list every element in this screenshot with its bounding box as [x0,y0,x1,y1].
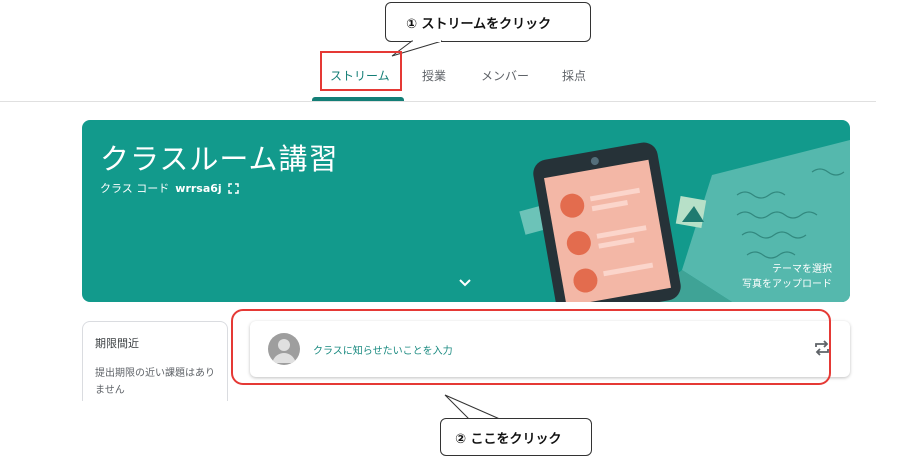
class-code-value: wrrsa6j [175,181,222,195]
active-tab-indicator [312,97,404,101]
highlight-box-stream-tab [320,51,402,91]
tab-people[interactable]: メンバー [481,67,529,84]
tab-bar: ストリーム 授業 メンバー 採点 [0,50,876,102]
upcoming-card: 期限間近 提出期限の近い課題はありません [82,321,228,401]
chevron-down-icon[interactable] [458,278,472,288]
class-title: クラスルーム講習 [100,142,339,176]
highlight-box-announce [231,309,831,385]
class-banner: クラスルーム講習 クラス コード wrrsa6j テーマを選択 写真をアップロー… [82,120,850,302]
tab-grades[interactable]: 採点 [562,67,586,84]
upload-photo-link[interactable]: 写真をアップロード [742,277,832,292]
class-code: クラス コード wrrsa6j [100,180,239,196]
callout-step1: ① ストリームをクリック [385,2,591,42]
class-code-label: クラス コード [100,182,170,195]
upcoming-title: 期限間近 [95,337,139,350]
callout-step2: ② ここをクリック [440,418,592,456]
theme-links: テーマを選択 写真をアップロード [742,262,832,292]
upcoming-empty-text: 提出期限の近い課題はありません [95,368,215,396]
tab-classwork[interactable]: 授業 [422,67,446,84]
callout-step2-text: ② ここをクリック [455,431,562,447]
callout-step1-text: ① ストリームをクリック [406,16,552,32]
fullscreen-icon[interactable] [227,182,239,194]
select-theme-link[interactable]: テーマを選択 [742,262,832,277]
